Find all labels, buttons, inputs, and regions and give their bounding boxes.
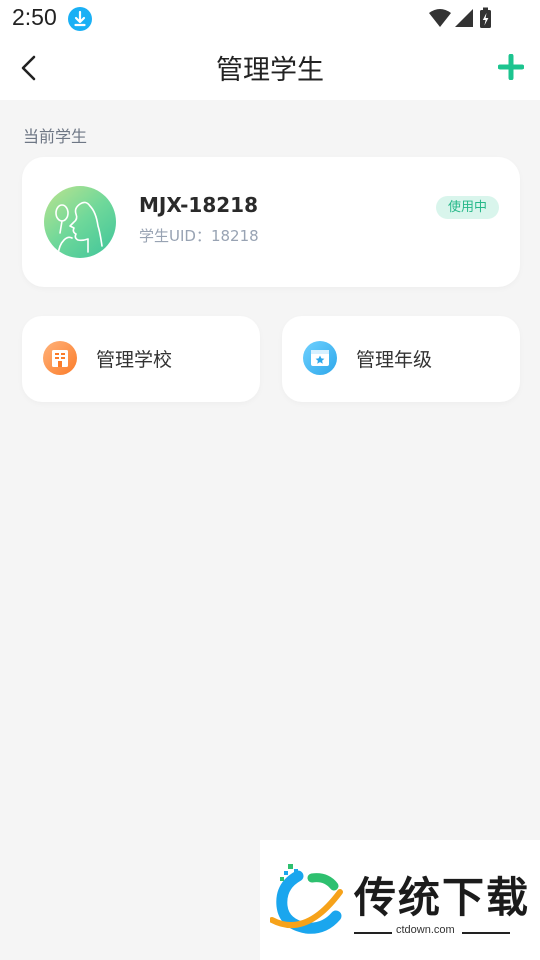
- app-header: 管理学生: [0, 38, 540, 100]
- status-bar: 2:50: [0, 0, 540, 38]
- page-title: 管理学生: [216, 55, 324, 86]
- current-student-label: 当前学生: [23, 127, 88, 146]
- plus-icon: [497, 53, 525, 81]
- student-uid-label: 学生UID：: [139, 227, 211, 245]
- watermark-line-right: [462, 932, 510, 934]
- signal-icon: [455, 9, 473, 27]
- add-student-button[interactable]: [497, 53, 525, 81]
- manage-school-label: 管理学校: [96, 349, 173, 371]
- school-icon: [43, 341, 77, 375]
- grade-icon: [303, 341, 337, 375]
- avatar: [44, 186, 116, 258]
- student-uid-value: 18218: [210, 227, 259, 245]
- student-name: MJX-18218: [139, 193, 259, 217]
- ctdown-logo-icon: [269, 862, 346, 938]
- status-icons: [428, 7, 500, 35]
- watermark-line-left: [354, 932, 392, 934]
- watermark-title: 传统下载: [354, 873, 531, 922]
- current-student-card[interactable]: MJX-18218 学生UID：18218 使用中: [22, 157, 520, 287]
- status-time: 2:50: [12, 4, 57, 30]
- watermark: 传统下载 ctdown.com: [260, 840, 540, 960]
- student-uid: 学生UID：18218: [139, 225, 259, 246]
- manage-grade-button[interactable]: 管理年级: [282, 316, 520, 402]
- wifi-icon: [429, 9, 451, 27]
- watermark-url: ctdown.com: [396, 924, 455, 936]
- manage-school-button[interactable]: 管理学校: [22, 316, 260, 402]
- manage-grade-label: 管理年级: [356, 349, 433, 371]
- download-icon: [68, 7, 92, 31]
- battery-icon: [480, 7, 491, 28]
- status-badge: 使用中: [435, 196, 499, 219]
